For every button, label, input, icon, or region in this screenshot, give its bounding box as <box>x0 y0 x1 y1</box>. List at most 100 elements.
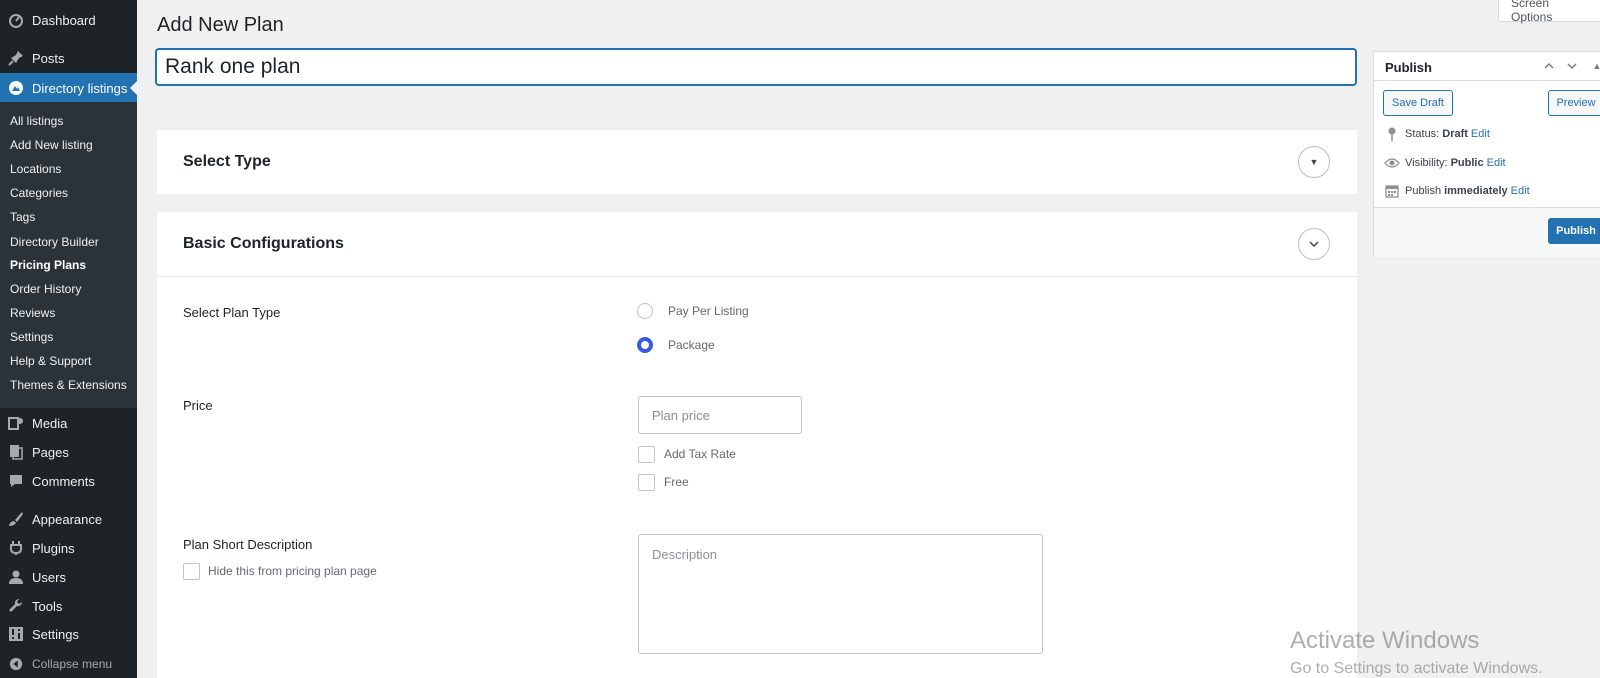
menu-item-appearance[interactable]: Appearance <box>0 505 137 533</box>
menu-label: Settings <box>32 626 79 642</box>
save-draft-button[interactable]: Save Draft <box>1383 90 1453 116</box>
status-value: Draft <box>1442 128 1468 140</box>
menu-item-dashboard[interactable]: Dashboard <box>0 6 137 34</box>
collapse-label: Collapse menu <box>32 657 113 671</box>
publish-time-label: Publish <box>1405 185 1442 197</box>
status-edit-link[interactable]: Edit <box>1471 128 1490 140</box>
free-checkbox[interactable] <box>638 474 655 491</box>
status-label: Status: <box>1405 128 1440 140</box>
submenu-directory-builder[interactable]: Directory Builder <box>10 235 99 249</box>
menu-item-tools[interactable]: Tools <box>0 592 137 620</box>
pay-per-listing-label: Pay Per Listing <box>668 304 749 318</box>
menu-item-plugins[interactable]: Plugins <box>0 534 137 562</box>
submenu-reviews[interactable]: Reviews <box>10 306 55 320</box>
publish-time-edit-link[interactable]: Edit <box>1511 185 1530 197</box>
panel-divider <box>157 276 1357 277</box>
chevron-down-icon <box>1309 241 1319 248</box>
submenu-all-listings[interactable]: All listings <box>10 114 63 128</box>
add-tax-checkbox[interactable] <box>638 446 655 463</box>
screen-options-button[interactable]: Screen Options ▼ <box>1498 0 1600 24</box>
radio-pay-per-listing[interactable] <box>637 303 653 319</box>
toggle-panel-button[interactable]: ▲ <box>1587 56 1600 76</box>
submenu-themes-extensions[interactable]: Themes & Extensions <box>10 378 127 392</box>
hide-from-pricing-label: Hide this from pricing plan page <box>208 564 377 578</box>
visibility-value: Public <box>1450 157 1484 169</box>
brush-icon <box>8 511 24 527</box>
menu-item-users[interactable]: Users <box>0 563 137 591</box>
menu-label: Posts <box>32 50 65 66</box>
submenu-categories[interactable]: Categories <box>10 186 68 200</box>
dashboard-icon <box>8 12 24 28</box>
submenu-pricing-plans[interactable]: Pricing Plans <box>10 258 86 272</box>
plan-title-input[interactable] <box>156 49 1356 85</box>
chevron-down-icon <box>1567 63 1577 70</box>
add-tax-label: Add Tax Rate <box>664 447 736 461</box>
menu-label: Directory listings <box>32 80 128 96</box>
move-up-button[interactable] <box>1539 56 1559 76</box>
screen-options-label: Screen Options <box>1511 0 1553 24</box>
publish-button[interactable]: Publish <box>1548 218 1600 244</box>
user-icon <box>8 569 24 585</box>
collapse-menu-button[interactable]: Collapse menu <box>0 656 112 672</box>
submenu-help-support[interactable]: Help & Support <box>10 354 91 368</box>
wrench-icon <box>8 598 24 614</box>
hide-from-pricing-checkbox[interactable] <box>183 563 200 580</box>
publish-box-title: Publish <box>1385 60 1432 75</box>
settings-icon <box>8 626 24 642</box>
submenu-tags[interactable]: Tags <box>10 210 35 224</box>
submenu-order-history[interactable]: Order History <box>10 282 81 296</box>
chevron-up-icon <box>1544 62 1554 69</box>
submenu-settings[interactable]: Settings <box>10 330 53 344</box>
menu-item-settings[interactable]: Settings <box>0 620 137 648</box>
radio-package[interactable] <box>637 337 653 353</box>
free-label: Free <box>664 475 689 489</box>
menu-label: Plugins <box>32 540 75 556</box>
menu-label: Media <box>32 415 68 431</box>
basic-configurations-panel: Basic Configurations Select Plan Type Pa… <box>157 212 1357 678</box>
menu-label: Users <box>32 569 66 585</box>
menu-item-directory-listings[interactable]: Directory listings <box>0 73 138 103</box>
visibility-edit-link[interactable]: Edit <box>1487 157 1506 169</box>
publish-box-header: Publish ▲ <box>1374 52 1600 81</box>
select-type-panel: Select Type ▼ <box>157 130 1357 194</box>
menu-item-pages[interactable]: Pages <box>0 438 137 466</box>
price-input[interactable] <box>638 396 802 434</box>
directory-icon <box>8 80 24 96</box>
menu-item-comments[interactable]: Comments <box>0 467 137 495</box>
submenu-locations[interactable]: Locations <box>10 162 61 176</box>
calendar-icon <box>1384 183 1400 199</box>
activation-watermark-title: Activate Windows <box>1290 627 1480 654</box>
basic-config-toggle-button[interactable] <box>1298 228 1330 260</box>
caret-down-icon: ▼ <box>1309 157 1319 167</box>
media-icon <box>8 415 24 431</box>
eye-icon <box>1384 155 1400 171</box>
plan-type-label: Select Plan Type <box>183 305 281 320</box>
description-textarea[interactable] <box>638 534 1043 654</box>
basic-config-title: Basic Configurations <box>183 235 344 252</box>
plugin-icon <box>8 540 24 556</box>
select-type-title: Select Type <box>183 153 271 170</box>
publish-actions: Publish <box>1374 207 1600 257</box>
menu-label: Tools <box>32 598 63 614</box>
publish-time-value: immediately <box>1444 185 1508 197</box>
menu-label: Comments <box>32 473 95 489</box>
pages-icon <box>8 444 24 460</box>
page-title: Add New Plan <box>157 14 284 36</box>
status-row: Status: Draft Edit <box>1384 126 1490 142</box>
publish-time-row: Publish immediately Edit <box>1384 183 1530 199</box>
pin-icon <box>1384 126 1400 142</box>
comment-icon <box>8 473 24 489</box>
activation-watermark-subtitle: Go to Settings to activate Windows. <box>1290 660 1543 677</box>
pin-icon <box>8 50 24 66</box>
menu-item-posts[interactable]: Posts <box>0 44 137 72</box>
package-label: Package <box>668 338 715 352</box>
move-down-button[interactable] <box>1562 56 1582 76</box>
select-type-toggle-button[interactable]: ▼ <box>1298 146 1330 178</box>
publish-box: Publish ▲ Save Draft Preview Status: Dra… <box>1373 51 1600 257</box>
short-description-label: Plan Short Description <box>183 537 313 552</box>
visibility-label: Visibility: <box>1405 157 1448 169</box>
submenu-add-new-listing[interactable]: Add New listing <box>10 138 93 152</box>
preview-button[interactable]: Preview <box>1548 90 1600 116</box>
menu-label: Dashboard <box>32 12 96 28</box>
menu-item-media[interactable]: Media <box>0 409 137 437</box>
